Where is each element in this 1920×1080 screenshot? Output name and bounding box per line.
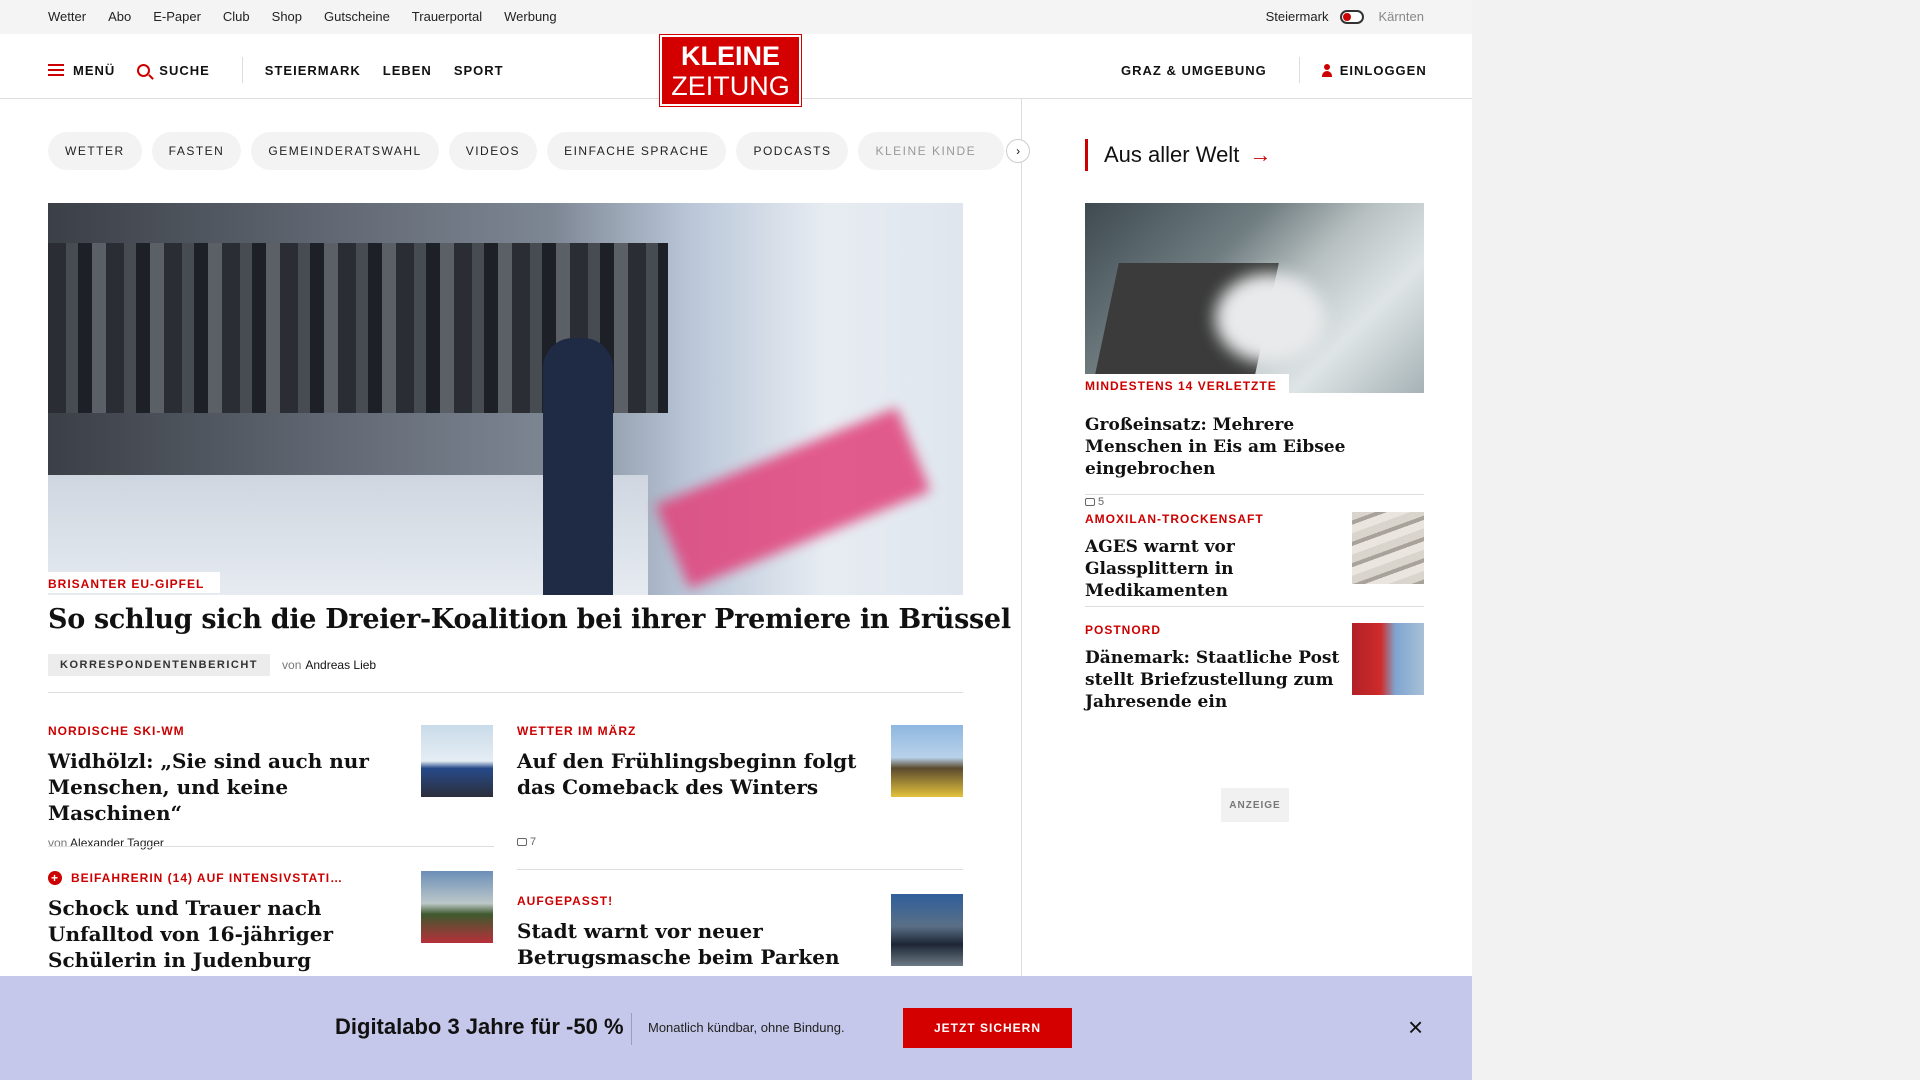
hero-author[interactable]: Andreas Lieb: [305, 658, 376, 672]
nav-steiermark[interactable]: STEIERMARK: [265, 63, 361, 78]
comment-icon: [517, 838, 527, 846]
divider: [517, 869, 963, 870]
topic-chips: WETTER FASTEN GEMEINDERATSWAHL VIDEOS EI…: [48, 132, 1031, 170]
divider: [1085, 494, 1424, 495]
nav-graz-umgebung[interactable]: GRAZ & UMGEBUNG: [1121, 63, 1267, 78]
ad-label: ANZEIGE: [1221, 788, 1289, 822]
article-meta: von Alexander Tagger: [48, 836, 164, 850]
hero-meta: KORRESPONDENTENBERICHT von Andreas Lieb: [48, 654, 376, 676]
plus-icon: +: [48, 871, 62, 885]
chip-podcasts[interactable]: PODCASTS: [736, 132, 849, 170]
header-divider-right: [1298, 57, 1300, 83]
utility-link-epaper[interactable]: E-Paper: [153, 9, 201, 24]
utility-link-abo[interactable]: Abo: [108, 9, 131, 24]
region-steiermark-label[interactable]: Steiermark: [1266, 9, 1329, 24]
sidebar-item-title[interactable]: AGES warnt vor Glassplittern in Medikame…: [1085, 536, 1345, 602]
user-icon: [1321, 63, 1332, 77]
article-thumbnail[interactable]: [891, 725, 963, 797]
region-kaernten-label[interactable]: Kärnten: [1378, 9, 1424, 24]
menu-label: MENÜ: [73, 62, 116, 78]
chip-kleine-kinder[interactable]: KLEINE KINDE: [858, 132, 1005, 170]
sidebar-item-thumbnail[interactable]: [1352, 512, 1424, 584]
article-kicker: + BEIFAHRERIN (14) AUF INTENSIVSTATI…: [48, 871, 388, 885]
banner-subtitle: Monatlich kündbar, ohne Bindung.: [648, 1020, 845, 1035]
article-card[interactable]: AUFGEPASST! Stadt warnt vor neuer Betrug…: [517, 894, 857, 970]
page: Wetter Abo E-Paper Club Shop Gutscheine …: [0, 0, 1472, 1080]
sidebar-lead-card[interactable]: Großeinsatz: Mehrere Menschen in Eis am …: [1085, 404, 1424, 508]
close-icon[interactable]: ×: [1408, 1014, 1423, 1040]
sidebar-lead-kicker: MINDESTENS 14 VERLETZTE: [1085, 374, 1289, 395]
arrow-right-icon: →: [1249, 142, 1272, 167]
article-author[interactable]: Alexander Tagger: [70, 836, 164, 850]
search-label: SUCHE: [159, 62, 210, 78]
article-kicker: AUFGEPASST!: [517, 894, 614, 908]
chip-einfache-sprache[interactable]: EINFACHE SPRACHE: [547, 132, 727, 170]
chip-wetter[interactable]: WETTER: [48, 132, 142, 170]
utility-link-club[interactable]: Club: [223, 9, 250, 24]
utility-link-trauerportal[interactable]: Trauerportal: [412, 9, 482, 24]
article-title[interactable]: Widhölzl: „Sie sind auch nur Menschen, u…: [48, 748, 388, 826]
logo-line-1: KLEINE: [680, 41, 780, 71]
article-thumbnail[interactable]: [891, 894, 963, 966]
article-card[interactable]: + BEIFAHRERIN (14) AUF INTENSIVSTATI… Sch…: [48, 871, 388, 973]
divider: [1085, 606, 1424, 607]
article-title[interactable]: Stadt warnt vor neuer Betrugsmasche beim…: [517, 918, 857, 970]
sidebar-section-heading[interactable]: Aus aller Welt →: [1085, 139, 1271, 171]
utility-link-werbung[interactable]: Werbung: [504, 9, 557, 24]
hero-kicker: BRISANTER EU-GIPFEL: [48, 572, 221, 593]
hero-von: von: [282, 658, 302, 672]
hero-badge: KORRESPONDENTENBERICHT: [48, 654, 271, 676]
region-switch: Steiermark Kärnten: [1266, 9, 1424, 24]
nav-sport[interactable]: SPORT: [454, 63, 504, 78]
search-button[interactable]: SUCHE: [137, 63, 210, 78]
login-button[interactable]: EINLOGGEN: [1321, 62, 1427, 78]
chip-fasten[interactable]: FASTEN: [151, 132, 242, 170]
article-kicker: NORDISCHE SKI-WM: [48, 724, 185, 738]
comment-icon: [1085, 498, 1095, 506]
comment-count[interactable]: 7: [517, 836, 857, 848]
login-label: EINLOGGEN: [1339, 62, 1427, 78]
article-card[interactable]: NORDISCHE SKI-WM Widhölzl: „Sie sind auc…: [48, 724, 388, 850]
nav-leben[interactable]: LEBEN: [383, 63, 432, 78]
site-logo[interactable]: KLEINE ZEITUNG: [659, 34, 802, 107]
utility-bar: Wetter Abo E-Paper Club Shop Gutscheine …: [0, 0, 1472, 34]
logo-line-2: ZEITUNG: [671, 71, 790, 101]
utility-link-wetter[interactable]: Wetter: [48, 9, 86, 24]
subscribe-button[interactable]: JETZT SICHERN: [903, 1008, 1072, 1048]
article-kicker: WETTER IM MÄRZ: [517, 724, 637, 738]
divider: [48, 692, 963, 693]
subscription-banner: Digitalabo 3 Jahre für -50 % Monatlich k…: [0, 976, 1472, 1080]
search-icon: [137, 63, 151, 77]
page-gutter: [1472, 0, 1920, 1080]
chip-videos[interactable]: VIDEOS: [448, 132, 538, 170]
menu-button[interactable]: MENÜ: [48, 63, 115, 78]
sidebar-lead-title[interactable]: Großeinsatz: Mehrere Menschen in Eis am …: [1085, 414, 1375, 480]
banner-divider: [631, 1013, 632, 1045]
hero-image[interactable]: [48, 203, 963, 595]
header-right-nav: GRAZ & UMGEBUNG EINLOGGEN: [1121, 57, 1427, 83]
sidebar-lead-image[interactable]: [1085, 203, 1424, 393]
article-title[interactable]: Schock und Trauer nach Unfalltod von 16-…: [48, 895, 388, 973]
chip-gemeinderatswahl[interactable]: GEMEINDERATSWAHL: [251, 132, 439, 170]
article-thumbnail[interactable]: [421, 871, 493, 943]
header-divider: [241, 57, 243, 83]
divider: [48, 846, 494, 847]
hero-title[interactable]: So schlug sich die Dreier-Koalition bei …: [48, 604, 1011, 635]
article-title[interactable]: Auf den Frühlingsbeginn folgt das Comeba…: [517, 748, 857, 800]
utility-link-gutscheine[interactable]: Gutscheine: [324, 9, 390, 24]
article-thumbnail[interactable]: [421, 725, 493, 797]
chips-next-button[interactable]: ›: [1006, 139, 1031, 163]
column-divider: [1021, 99, 1022, 979]
sidebar-item-thumbnail[interactable]: [1352, 623, 1424, 695]
comment-count[interactable]: 5: [1085, 496, 1424, 508]
banner-title: Digitalabo 3 Jahre für -50 %: [335, 1014, 624, 1039]
sidebar-item-title[interactable]: Dänemark: Staatliche Post stellt Briefzu…: [1085, 647, 1345, 713]
header-left-nav: MENÜ SUCHE STEIERMARK LEBEN SPORT: [48, 57, 526, 83]
sidebar-heading-label: Aus aller Welt: [1104, 142, 1240, 167]
hamburger-icon: [48, 64, 64, 76]
region-toggle[interactable]: [1340, 9, 1365, 24]
utility-link-shop[interactable]: Shop: [272, 9, 302, 24]
utility-links: Wetter Abo E-Paper Club Shop Gutscheine …: [48, 9, 579, 24]
article-card[interactable]: WETTER IM MÄRZ Auf den Frühlingsbeginn f…: [517, 724, 857, 848]
